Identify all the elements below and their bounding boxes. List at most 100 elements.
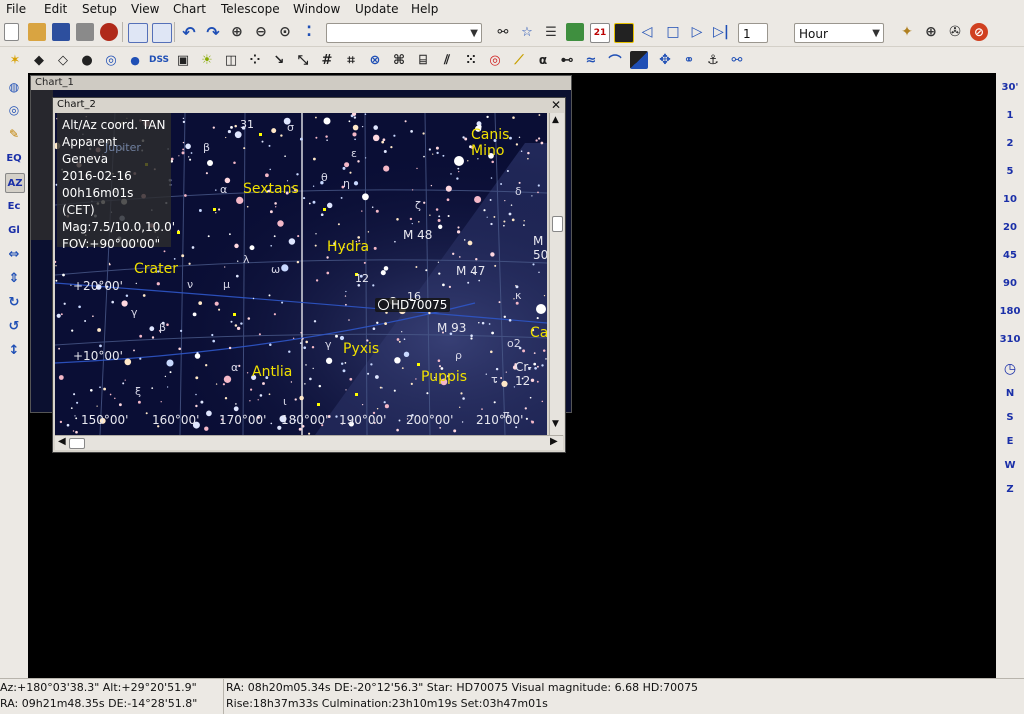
horizontal-scrollbar[interactable]: ◀ ▶ — [55, 435, 563, 450]
list-icon[interactable]: ☰ — [542, 23, 560, 41]
time-step-input[interactable]: 1 — [738, 23, 768, 43]
satellite-icon[interactable]: ⊷ — [558, 51, 576, 69]
marker-icon[interactable]: ⁚ — [300, 23, 318, 41]
fov-180-button[interactable]: 180 — [998, 301, 1022, 321]
horizon-icon[interactable] — [566, 23, 584, 41]
zoom-out-icon[interactable]: ⊖ — [252, 23, 270, 41]
ec-button[interactable]: Ec — [5, 197, 23, 215]
menu-setup[interactable]: Setup — [82, 2, 117, 16]
compass-icon[interactable]: ⊗ — [366, 51, 384, 69]
scroll-down-icon[interactable]: ▼ — [552, 419, 559, 429]
fov-5-button[interactable]: 5 — [998, 161, 1022, 181]
link-icon[interactable]: ⚭ — [680, 51, 698, 69]
direction-south-button[interactable]: S — [998, 407, 1022, 427]
vertical-scrollbar[interactable]: ▲ ▼ — [549, 113, 564, 435]
direction-zenith-button[interactable]: Z — [998, 479, 1022, 499]
menu-file[interactable]: File — [6, 2, 26, 16]
gl-button[interactable]: Gl — [5, 221, 23, 239]
find-star-icon[interactable]: ☆ — [518, 23, 536, 41]
fov-310-button[interactable]: 310 — [998, 329, 1022, 349]
pointer-icon[interactable]: ↘ — [270, 51, 288, 69]
print-icon[interactable] — [76, 23, 94, 41]
fov-20-button[interactable]: 20 — [998, 217, 1022, 237]
redo-icon[interactable]: ↷ — [204, 23, 222, 42]
object-m47[interactable]: M 47 — [456, 264, 485, 278]
lightbulb-icon[interactable]: ☀ — [198, 51, 216, 69]
menu-edit[interactable]: Edit — [44, 2, 67, 16]
menu-telescope[interactable]: Telescope — [221, 2, 280, 16]
config-gear-icon[interactable] — [100, 23, 118, 41]
menu-help[interactable]: Help — [411, 2, 438, 16]
scroll-left-icon[interactable]: ◀ — [58, 436, 66, 447]
milkyway-icon[interactable]: ◎ — [102, 51, 120, 69]
direction-north-button[interactable]: N — [998, 383, 1022, 403]
dss-button[interactable]: DSS — [148, 51, 170, 69]
ecliptic-icon[interactable]: ≈ — [582, 51, 600, 69]
telescope-icon[interactable]: ✦ — [898, 23, 916, 41]
rotate-ccw-icon[interactable]: ↺ — [5, 317, 23, 335]
horizontal-scroll-thumb[interactable] — [69, 438, 85, 449]
close-icon[interactable]: ✕ — [551, 98, 561, 112]
vertical-scroll-thumb[interactable] — [552, 216, 563, 232]
bullseye-icon[interactable]: ◎ — [486, 51, 504, 69]
zoom-in-icon[interactable]: ⊕ — [228, 23, 246, 41]
copy-icon[interactable] — [128, 23, 148, 43]
asterism-icon[interactable]: ⁘ — [246, 51, 264, 69]
flip-horizontal-icon[interactable]: ⇔ — [5, 245, 23, 263]
horizon-line-icon[interactable]: ⌒ — [606, 51, 624, 70]
chart-globe-icon[interactable]: ◍ — [5, 78, 23, 96]
az-button[interactable]: AZ — [5, 173, 25, 193]
target-icon[interactable]: ⊕ — [922, 23, 940, 41]
object-cr12[interactable]: Cr-12 — [515, 360, 547, 388]
constellation-line-icon[interactable]: ⌘ — [390, 51, 408, 69]
open-folder-icon[interactable] — [28, 23, 46, 41]
grid-icon[interactable]: # — [318, 51, 336, 69]
chart-1-title[interactable]: Chart_1 — [31, 76, 571, 90]
fov-30arcmin-button[interactable]: 30' — [998, 77, 1022, 97]
menu-chart[interactable]: Chart — [173, 2, 206, 16]
chart-2-titlebar[interactable]: Chart_2 ✕ — [53, 98, 565, 112]
scroll-right-icon[interactable]: ▶ — [550, 436, 558, 447]
vertical-arrows-icon[interactable]: ↕ — [5, 341, 23, 359]
menu-window[interactable]: Window — [293, 2, 340, 16]
planet-icon[interactable]: ● — [126, 51, 144, 69]
sync-icon[interactable]: ✇ — [946, 23, 964, 41]
zoom-fit-icon[interactable]: ⊙ — [276, 23, 294, 41]
camera-icon[interactable]: ▣ — [174, 51, 192, 69]
ruler-icon[interactable]: ⟋ — [510, 51, 528, 69]
stop-icon[interactable]: □ — [664, 23, 682, 41]
frame-icon[interactable]: ⌗ — [342, 51, 360, 69]
clock-icon[interactable]: ◷ — [998, 359, 1022, 379]
measure-icon[interactable]: ⤡ — [294, 51, 312, 69]
alpha-button[interactable]: α — [534, 51, 552, 69]
star-marker-icon[interactable]: ⁙ — [462, 51, 480, 69]
fov-1-button[interactable]: 1 — [998, 105, 1022, 125]
rotate-cw-icon[interactable]: ↻ — [5, 293, 23, 311]
label-icon[interactable]: ⫽ — [438, 51, 456, 69]
menu-view[interactable]: View — [131, 2, 159, 16]
time-unit-select[interactable]: Hour ▼ — [794, 23, 884, 43]
new-chart-icon[interactable] — [4, 23, 19, 41]
object-m48[interactable]: M 48 — [403, 228, 432, 242]
boundary-icon[interactable]: ⌸ — [414, 51, 432, 69]
object-search-combo[interactable]: ▼ — [326, 23, 482, 43]
drop-icon[interactable]: ● — [78, 51, 96, 69]
time-bar-icon[interactable] — [614, 23, 634, 43]
step-back-icon[interactable]: ◁ — [638, 23, 656, 41]
calendar-icon[interactable]: 21 — [590, 23, 610, 43]
undo-icon[interactable]: ↶ — [180, 23, 198, 42]
save-icon[interactable] — [52, 23, 70, 41]
menu-update[interactable]: Update — [355, 2, 398, 16]
sky-chart-canvas[interactable]: Alt/Az coord. TAN Apparent Geneva 2016-0… — [55, 113, 547, 435]
abort-icon[interactable]: ⊘ — [970, 23, 988, 41]
direction-east-button[interactable]: E — [998, 431, 1022, 451]
chart-2-window[interactable]: Chart_2 ✕ Alt/Az coord. TAN Apparent Gen… — [52, 97, 566, 453]
edit-note-icon[interactable]: ✎ — [5, 125, 23, 143]
scroll-up-icon[interactable]: ▲ — [552, 115, 559, 125]
fov-90-button[interactable]: 90 — [998, 273, 1022, 293]
anchor-icon[interactable]: ⚓ — [704, 51, 722, 69]
stars-icon[interactable]: ✶ — [6, 51, 24, 69]
paste-icon[interactable] — [152, 23, 172, 43]
eraser-icon[interactable]: ◫ — [222, 51, 240, 69]
object-m93[interactable]: M 93 — [437, 321, 466, 335]
